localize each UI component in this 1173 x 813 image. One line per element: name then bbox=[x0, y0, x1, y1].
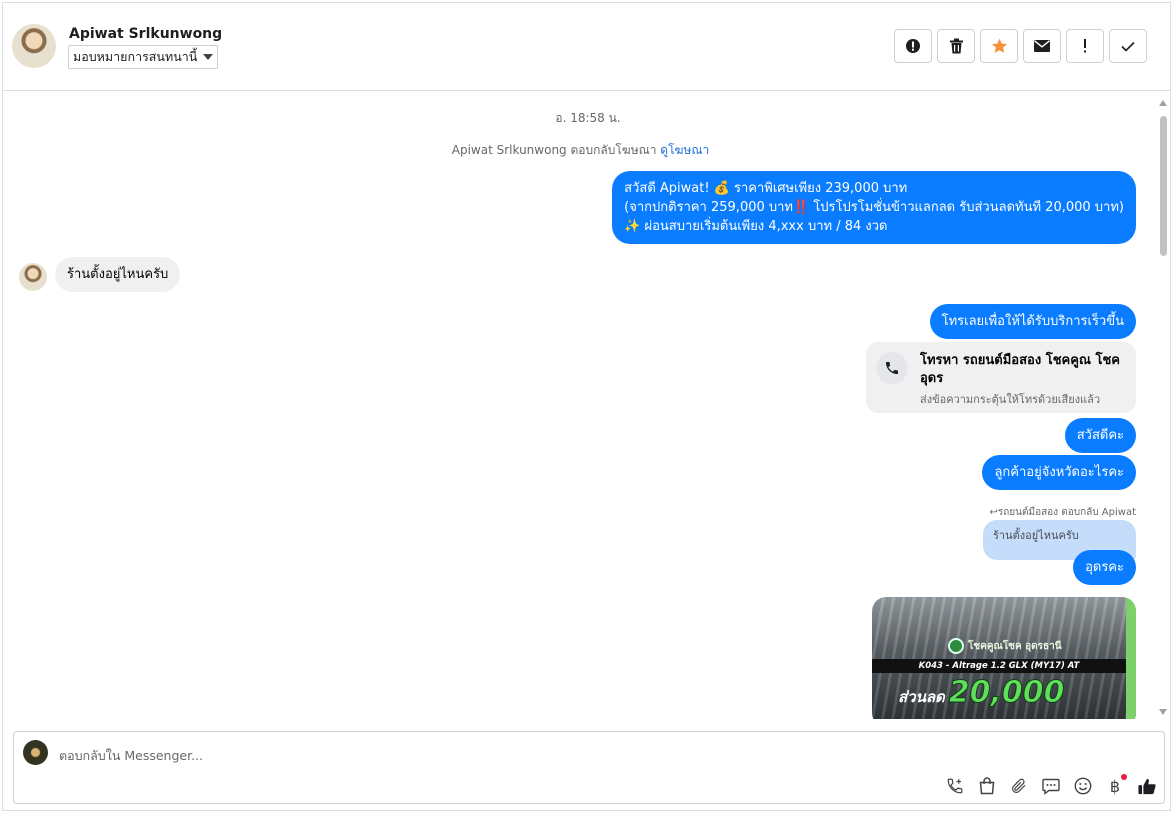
dealer-logo-mark bbox=[948, 638, 964, 654]
assign-label: มอบหมายการสนทนานี้ bbox=[73, 49, 198, 64]
thread-timestamp: อ. 18:58 น. bbox=[555, 111, 621, 125]
like-button[interactable] bbox=[1138, 777, 1156, 795]
contact-name[interactable]: Apiwat Srlkunwong bbox=[69, 26, 222, 42]
dealer-logo: โชคคูณโชค อุดรธานี bbox=[948, 637, 1066, 655]
contact-avatar[interactable] bbox=[12, 24, 56, 68]
reply-context-label: ↩รถยนต์มือสอง ตอบกลับ Apiwat bbox=[989, 505, 1136, 520]
outgoing-message[interactable]: สวัสดี Apiwat! 💰 ราคาพิเศษเพียง 239,000 … bbox=[612, 171, 1136, 244]
thumbs-up-icon bbox=[1138, 778, 1156, 794]
phone-icon bbox=[886, 362, 898, 374]
dealer-logo-text: โชคคูณโชค อุดรธานี bbox=[968, 640, 1062, 652]
scroll-thumb[interactable] bbox=[1160, 116, 1167, 256]
caret-down-icon bbox=[203, 54, 214, 60]
trash-icon bbox=[949, 38, 963, 54]
call-card-subtitle: ส่งข้อความกระตุ้นให้โทรด้วยเสียงแล้ว bbox=[920, 393, 1101, 406]
view-ad-link[interactable]: ดูโฆษณา bbox=[660, 143, 709, 157]
message-composer[interactable]: ตอบกลับใน Messenger... ฿ bbox=[13, 731, 1165, 804]
envelope-icon bbox=[1034, 40, 1050, 52]
outgoing-message[interactable]: อุดรคะ bbox=[1073, 550, 1136, 585]
header-actions bbox=[894, 29, 1147, 63]
ad-image-attachment[interactable]: โชคคูณโชค อุดรธานี K043 - Altrage 1.2 GL… bbox=[872, 597, 1136, 719]
reply-input[interactable]: ตอบกลับใน Messenger... bbox=[59, 746, 203, 766]
notification-dot bbox=[1121, 774, 1127, 780]
phone-plus-icon bbox=[947, 778, 963, 794]
payment-button[interactable]: ฿ bbox=[1106, 774, 1127, 796]
page-avatar bbox=[23, 740, 48, 765]
smiley-icon bbox=[1074, 777, 1092, 795]
reply-arrow-icon: ↩ bbox=[989, 507, 998, 518]
outgoing-message[interactable]: สวัสดีคะ bbox=[1064, 418, 1136, 453]
delete-button[interactable] bbox=[937, 29, 975, 63]
exclamation-icon bbox=[1084, 39, 1086, 53]
conversation-header: Apiwat Srlkunwong มอบหมายการสนทนานี้ bbox=[3, 3, 1170, 91]
ad-reply-text: Apiwat Srlkunwong ตอบกลับโฆษณา bbox=[451, 143, 657, 157]
message-line: ✨ ผ่อนสบายเริ่มต้นเพียง 4,xxx บาท / 84 ง… bbox=[624, 219, 888, 234]
discount-banner: ส่วนลด 20,000 bbox=[898, 675, 1065, 711]
message-line: สวัสดี Apiwat! 💰 ราคาพิเศษเพียง 239,000 … bbox=[624, 181, 908, 196]
mark-done-button[interactable] bbox=[1109, 29, 1147, 63]
baht-icon: ฿ bbox=[1109, 776, 1121, 796]
reply-context-text: รถยนต์มือสอง ตอบกลับ Apiwat bbox=[997, 507, 1136, 518]
mark-unread-button[interactable] bbox=[1023, 29, 1061, 63]
mark-spam-button[interactable] bbox=[894, 29, 932, 63]
emoji-button[interactable] bbox=[1074, 777, 1092, 795]
call-card-title: โทรหา รถยนต์มือสอง โชคคูณ โชค อุดร bbox=[920, 353, 1121, 386]
incoming-message[interactable]: ร้านตั้งอยู่ไหนครับ bbox=[55, 257, 181, 292]
chat-bubble-icon bbox=[1042, 778, 1060, 795]
assign-conversation-dropdown[interactable]: มอบหมายการสนทนานี้ bbox=[68, 45, 219, 69]
message-line: (จากปกติราคา 259,000 บาท‼️ โปรโปรโมชั่นข… bbox=[624, 200, 1124, 215]
messenger-conversation-panel: Apiwat Srlkunwong มอบหมายการสนทนานี้ อ. … bbox=[2, 2, 1171, 811]
composer-tools: ฿ bbox=[946, 774, 1156, 796]
star-button[interactable] bbox=[980, 29, 1018, 63]
scroll-up-arrow-icon[interactable] bbox=[1159, 100, 1167, 106]
scroll-down-arrow-icon[interactable] bbox=[1159, 709, 1167, 715]
discount-amount: 20,000 bbox=[948, 675, 1065, 711]
image-green-edge bbox=[1126, 597, 1136, 719]
outgoing-message[interactable]: โทรเลยเพื่อให้ได้รับบริการเร็วขึ้น bbox=[929, 304, 1136, 339]
ad-reply-note: Apiwat Srlkunwong ตอบกลับโฆษณา ดูโฆษณา bbox=[3, 141, 1158, 160]
attach-button[interactable] bbox=[1010, 777, 1028, 795]
shop-button[interactable] bbox=[978, 777, 996, 795]
thread-scrollbar[interactable] bbox=[1157, 96, 1170, 719]
car-model-label: K043 - Altrage 1.2 GLX (MY17) AT bbox=[872, 659, 1126, 673]
star-icon bbox=[991, 38, 1007, 53]
phone-icon-wrapper bbox=[876, 352, 908, 384]
paperclip-icon bbox=[1012, 778, 1026, 793]
message-thread[interactable]: อ. 18:58 น. Apiwat Srlkunwong ตอบกลับโฆษ… bbox=[3, 92, 1159, 719]
check-icon bbox=[1121, 41, 1135, 52]
saved-replies-button[interactable] bbox=[1042, 777, 1060, 795]
contact-avatar-small bbox=[19, 263, 47, 291]
call-request-button[interactable] bbox=[946, 777, 964, 795]
alert-circle-icon bbox=[906, 39, 920, 53]
outgoing-message[interactable]: ลูกค้าอยู่จังหวัดอะไรคะ bbox=[982, 455, 1136, 490]
shopping-bag-icon bbox=[979, 777, 995, 795]
call-request-card[interactable]: โทรหา รถยนต์มือสอง โชคคูณ โชค อุดร ส่งข้… bbox=[866, 342, 1136, 413]
follow-up-button[interactable] bbox=[1066, 29, 1104, 63]
discount-label: ส่วนลด bbox=[898, 688, 945, 706]
